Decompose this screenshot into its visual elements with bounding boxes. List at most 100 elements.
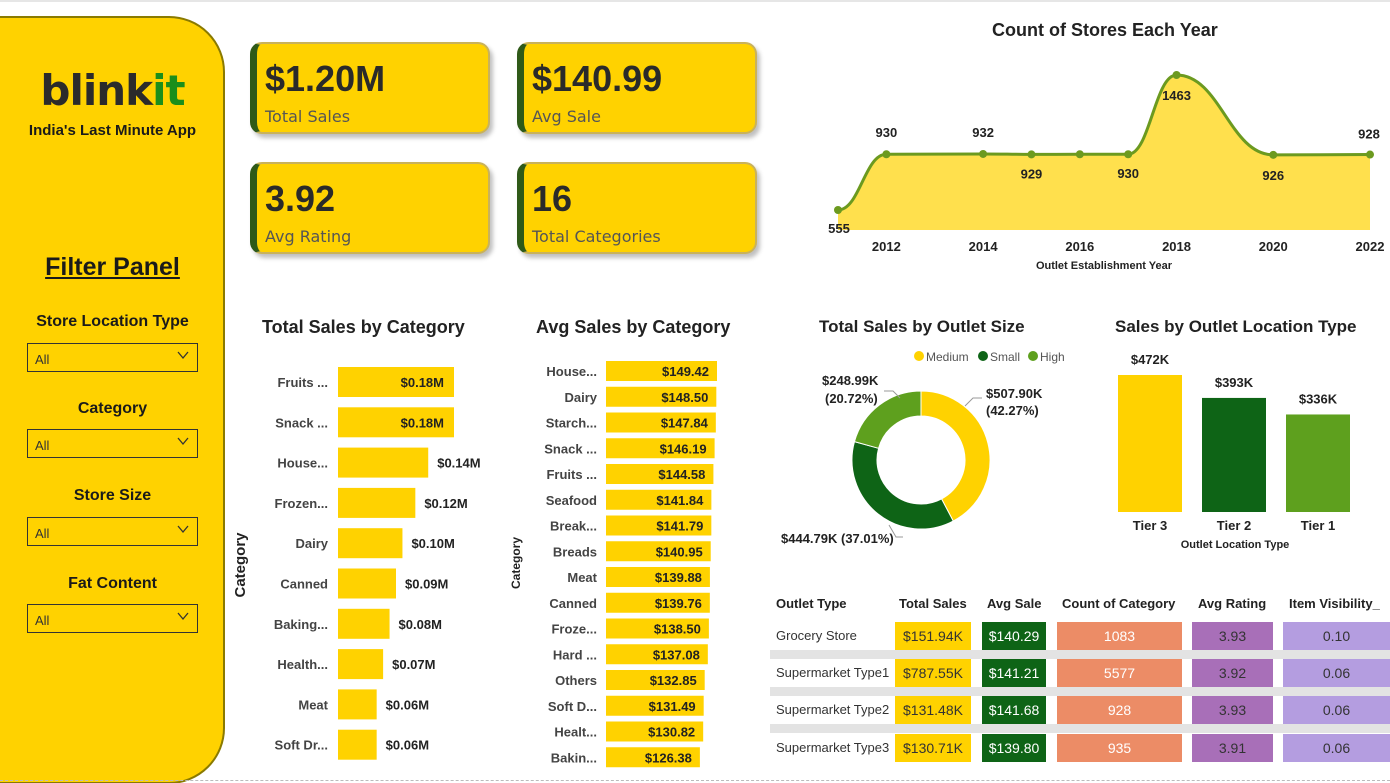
column-header-outlet-type[interactable]: Outlet Type (776, 596, 847, 611)
column-header-avg-rating[interactable]: Avg Rating (1198, 596, 1266, 611)
avg-sales-data-label: $147.84 (661, 416, 709, 431)
table-row[interactable]: Supermarket Type1 $787.55K $141.21 5577 3.92… (770, 659, 1390, 687)
stores-point (1124, 150, 1133, 159)
avg-sales-tick: Others (555, 673, 597, 688)
location-type-tick: Tier 1 (1301, 518, 1335, 533)
stores-data-label: 930 (1117, 166, 1139, 181)
stores-data-label: 1463 (1162, 88, 1191, 103)
avg-sales-tick: Meat (567, 570, 597, 585)
sales-by-category-bar (338, 649, 384, 680)
table-cell: 0.06 (1283, 696, 1390, 724)
sales-by-category-data-label: $0.18M (401, 375, 444, 390)
avg-sales-data-label: $141.84 (656, 493, 704, 508)
table-cell: $151.94K (895, 622, 971, 650)
stores-point (834, 206, 842, 214)
sales-by-category-tick: Frozen... (275, 496, 328, 511)
stores-area-fill (838, 75, 1370, 230)
outlet-size-legend-label: High (1040, 350, 1065, 364)
stores-point (1027, 150, 1036, 159)
stores-x-tick: 2022 (1356, 239, 1385, 254)
sales-by-category-data-label: $0.06M (386, 738, 429, 753)
location-type-data-label: $472K (1131, 352, 1170, 367)
stores-x-tick: 2018 (1162, 239, 1191, 254)
table-cell-outlet-type: Supermarket Type2 (776, 702, 890, 717)
location-type-tick: Tier 2 (1217, 518, 1251, 533)
stores-x-tick: 2012 (872, 239, 901, 254)
table-cell-outlet-type: Supermarket Type1 (776, 665, 890, 680)
table-cell: 3.93 (1192, 622, 1273, 650)
table-cell: 928 (1057, 696, 1182, 724)
sales-by-category-bar (338, 447, 429, 478)
table-row-separator (770, 650, 1390, 659)
location-type-data-label: $336K (1299, 391, 1338, 406)
outlet-size-leader-line (964, 397, 982, 407)
stores-x-tick: 2020 (1259, 239, 1288, 254)
stores-point (1172, 71, 1181, 79)
outlet-type-table: Outlet Type Total Sales Avg Sale Count o… (770, 590, 1390, 780)
avg-sales-data-label: $139.76 (655, 596, 702, 611)
avg-sales-tick: Fruits ... (546, 467, 597, 482)
outlet-size-data-label: $507.90K (986, 386, 1043, 401)
column-header-total-sales[interactable]: Total Sales (899, 596, 967, 611)
outlet-size-legend-label: Small (990, 350, 1020, 364)
stores-x-axis-label: Outlet Establishment Year (1036, 260, 1173, 272)
table-cell: $130.71K (895, 734, 971, 762)
avg-sales-tick: Canned (549, 596, 597, 611)
outlet-size-legend-marker (914, 351, 924, 361)
avg-sales-data-label: $126.38 (645, 750, 692, 765)
sales-by-category-bar (338, 608, 390, 639)
avg-sales-data-label: $130.82 (648, 725, 695, 740)
table-row-separator (770, 687, 1390, 696)
avg-sales-data-label: $131.49 (649, 699, 696, 714)
stores-point (1366, 150, 1374, 159)
column-header-avg-sale[interactable]: Avg Sale (987, 596, 1041, 611)
sales-by-category-tick: Fruits ... (277, 375, 328, 390)
sales-by-category-data-label: $0.09M (405, 577, 448, 592)
sales-by-category-bar (338, 487, 416, 518)
sales-by-category-data-label: $0.18M (401, 415, 444, 430)
column-header-count-of-category[interactable]: Count of Category (1062, 596, 1175, 611)
sales-by-category-tick: Meat (298, 697, 328, 712)
sales-by-category-tick: Canned (280, 577, 328, 592)
avg-sales-tick: Hard ... (553, 647, 597, 662)
table-cell: $141.21 (982, 659, 1046, 687)
avg-sales-tick: Seafood (546, 493, 597, 508)
avg-sales-data-label: $132.85 (650, 673, 697, 688)
outlet-size-data-label: (20.72%) (825, 391, 878, 406)
sales-by-category-tick: House... (277, 456, 328, 471)
sales-by-category-tick: Snack ... (275, 415, 328, 430)
avg-sales-data-label: $144.58 (658, 467, 705, 482)
avg-sales-tick: Dairy (564, 390, 597, 405)
sales-by-category-data-label: $0.07M (392, 657, 435, 672)
outlet-size-slice (851, 441, 954, 530)
stores-x-tick: 2014 (969, 239, 999, 254)
sales-by-category-bar (338, 528, 403, 559)
column-header-item-visibility[interactable]: Item Visibility_ (1289, 596, 1380, 611)
location-type-x-axis-label: Outlet Location Type (1181, 539, 1290, 551)
stores-point (1269, 150, 1278, 159)
table-cell: 0.06 (1283, 659, 1390, 687)
stores-data-label: 928 (1358, 127, 1380, 142)
location-type-bar (1118, 375, 1182, 512)
sales-by-category-tick: Health... (277, 657, 328, 672)
table-row[interactable]: Supermarket Type2 $131.48K $141.68 928 3.93 0… (770, 696, 1390, 724)
sales-by-category-data-label: $0.14M (437, 456, 480, 471)
location-type-data-label: $393K (1215, 375, 1254, 390)
sales-by-category-bar (338, 729, 377, 760)
outlet-size-legend-label: Medium (926, 350, 969, 364)
location-type-bar (1286, 414, 1350, 512)
sales-by-category-tick: Baking... (274, 617, 328, 632)
sales-by-category-tick: Dairy (295, 536, 328, 551)
table-row[interactable]: Grocery Store $151.94K $140.29 1083 3.93 0.10 (770, 622, 1390, 650)
stores-point (882, 150, 891, 159)
table-cell: 935 (1057, 734, 1182, 762)
avg-sales-data-label: $146.19 (660, 441, 707, 456)
avg-sales-tick: Froze... (551, 622, 597, 637)
avg-sales-y-axis-label: Category (509, 537, 523, 589)
table-cell: 5577 (1057, 659, 1182, 687)
avg-sales-tick: House... (546, 364, 597, 379)
stores-point (979, 149, 988, 158)
table-cell: 3.93 (1192, 696, 1273, 724)
table-cell: 0.10 (1283, 622, 1390, 650)
table-row[interactable]: Supermarket Type3 $130.71K $139.80 935 3.91 0… (770, 734, 1390, 762)
